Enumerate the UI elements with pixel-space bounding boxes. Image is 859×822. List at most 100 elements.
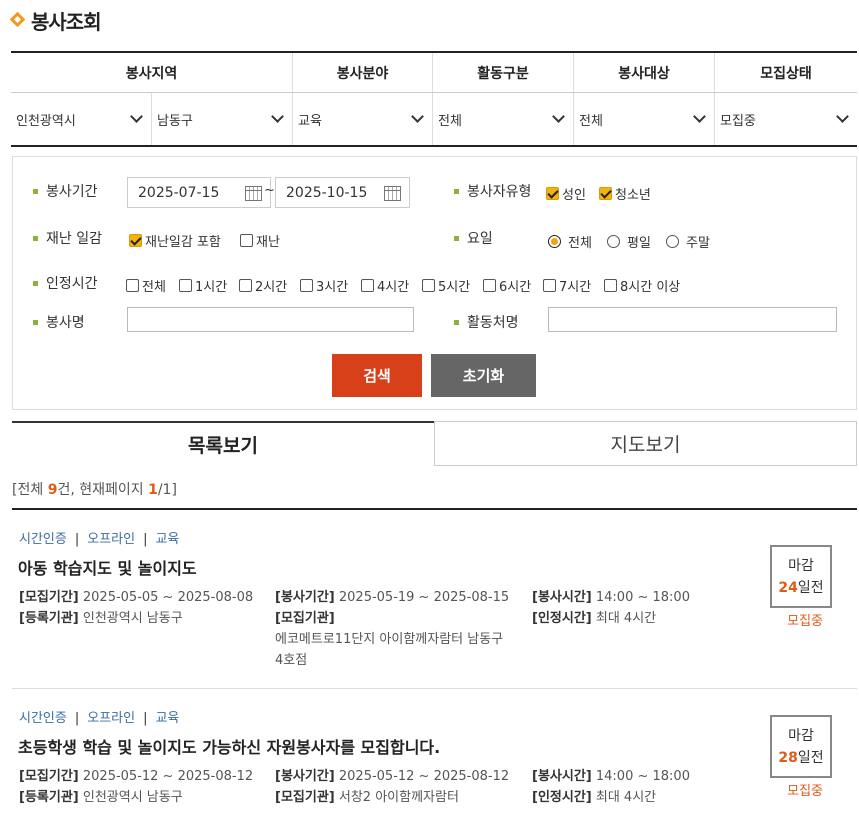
- checkbox-hours-3[interactable]: 3시간: [300, 276, 348, 295]
- service-period-value: 2025-05-19 ~ 2025-08-15: [338, 590, 510, 605]
- place-name-label-text: 활동처명: [467, 315, 519, 331]
- item-meta-mid: [봉사기간] 2025-05-12 ~ 2025-08-12 [모집기관] 서창…: [275, 766, 509, 808]
- radio-selected-icon[interactable]: [548, 235, 561, 248]
- checkbox-empty-icon[interactable]: [300, 279, 313, 292]
- select-activity-type[interactable]: 전체: [433, 93, 574, 145]
- radio-day-weekday-label: 평일: [627, 236, 651, 251]
- item-title[interactable]: 초등학생 학습 및 놀이지도 가능하신 자원봉사자를 모집합니다.: [18, 734, 440, 758]
- date-from-input[interactable]: 2025-07-15: [127, 177, 271, 208]
- checkbox-hours-4[interactable]: 4시간: [361, 276, 409, 295]
- tab-list-view[interactable]: 목록보기: [12, 421, 434, 466]
- chevron-down-icon: [552, 110, 565, 123]
- registrant-value: 인천광역시 남동구: [82, 790, 183, 805]
- radio-day-all-label: 전체: [568, 236, 592, 251]
- deadline-days: 28일전: [778, 747, 823, 769]
- tag-education[interactable]: 교육: [155, 711, 179, 726]
- checkbox-empty-icon[interactable]: [239, 279, 252, 292]
- date-from-value: 2025-07-15: [138, 184, 220, 201]
- deadline-label: 마감: [788, 727, 814, 744]
- tag-offline[interactable]: 오프라인: [87, 711, 135, 726]
- select-city-value: 인천광역시: [16, 113, 76, 129]
- tab-map-view[interactable]: 지도보기: [434, 421, 857, 466]
- checkbox-empty-icon[interactable]: [483, 279, 496, 292]
- reset-button[interactable]: 초기화: [431, 354, 536, 397]
- checkbox-empty-icon[interactable]: [543, 279, 556, 292]
- select-city[interactable]: 인천광역시: [11, 93, 152, 145]
- item-meta-mid: [봉사기간] 2025-05-19 ~ 2025-08-15 [모집기관] 에코…: [275, 587, 509, 671]
- checkbox-youth-label: 청소년: [615, 188, 651, 203]
- select-target[interactable]: 전체: [574, 93, 715, 145]
- checkbox-empty-icon[interactable]: [126, 279, 139, 292]
- radio-day-weekday[interactable]: 평일: [607, 232, 651, 251]
- checkbox-empty-icon[interactable]: [604, 279, 617, 292]
- checkbox-hours-8plus[interactable]: 8시간 이상: [604, 276, 680, 295]
- checkbox-adult-label: 성인: [562, 188, 586, 203]
- search-button[interactable]: 검색: [332, 354, 422, 397]
- activity-name-input[interactable]: [127, 307, 414, 332]
- item-divider: [12, 688, 857, 689]
- checkbox-empty-icon[interactable]: [361, 279, 374, 292]
- select-target-value: 전체: [579, 113, 603, 129]
- deadline-days: 24일전: [778, 577, 823, 599]
- tag-offline[interactable]: 오프라인: [87, 532, 135, 547]
- count-prefix: [전체: [12, 482, 48, 498]
- checkbox-hours-7[interactable]: 7시간: [543, 276, 591, 295]
- item-title[interactable]: 아동 학습지도 및 놀이지도: [18, 555, 197, 579]
- hours-label: 인정시간: [33, 273, 98, 293]
- checkbox-youth[interactable]: 청소년: [599, 184, 651, 203]
- date-to-input[interactable]: 2025-10-15: [275, 177, 410, 208]
- checkbox-hours-1[interactable]: 1시간: [179, 276, 227, 295]
- list-item[interactable]: 시간인증 | 오프라인 | 교육 초등학생 학습 및 놀이지도 가능하신 자원봉사자를 …: [12, 707, 857, 822]
- service-time-label: [봉사시간]: [532, 590, 592, 605]
- bullet-icon: [33, 235, 38, 241]
- bullet-icon: [33, 280, 38, 286]
- result-count: [전체 9건, 현재페이지 1/1]: [12, 479, 177, 499]
- checkbox-empty-icon[interactable]: [240, 234, 253, 247]
- filter-table: 봉사지역 봉사분야 활동구분 봉사대상 모집상태 인천광역시 남동구 교육 전체…: [11, 51, 857, 147]
- credit-hours-value: 최대 4시간: [595, 611, 657, 626]
- status-badge: 모집중: [787, 614, 823, 629]
- chevron-down-icon: [130, 110, 143, 123]
- calendar-icon[interactable]: [245, 186, 262, 201]
- service-period-label: [봉사기간]: [275, 590, 335, 605]
- checkbox-checked-icon[interactable]: [599, 187, 612, 200]
- radio-empty-icon[interactable]: [666, 235, 679, 248]
- bullet-icon: [33, 188, 38, 194]
- deadline-days-suffix: 일전: [797, 749, 824, 766]
- radio-day-weekend[interactable]: 주말: [666, 232, 710, 251]
- place-name-input[interactable]: [548, 307, 837, 332]
- calendar-icon[interactable]: [384, 186, 401, 201]
- tag-time-certified[interactable]: 시간인증: [19, 711, 67, 726]
- checkbox-hours-5-label: 5시간: [438, 280, 471, 295]
- checkbox-hours-2[interactable]: 2시간: [239, 276, 287, 295]
- recruit-period-label: [모집기간]: [19, 590, 79, 605]
- select-field[interactable]: 교육: [293, 93, 433, 145]
- checkbox-hours-6[interactable]: 6시간: [483, 276, 531, 295]
- search-panel: 봉사기간 2025-07-15 ~ 2025-10-15 봉사자유형 성인 청소…: [12, 156, 857, 410]
- select-status-value: 모집중: [720, 113, 756, 129]
- recruiting-org-value-cont: 4호점: [275, 653, 308, 668]
- radio-empty-icon[interactable]: [607, 235, 620, 248]
- bullet-icon: [454, 188, 459, 194]
- recruit-period-value: 2025-05-05 ~ 2025-08-08: [82, 590, 254, 605]
- checkbox-empty-icon[interactable]: [422, 279, 435, 292]
- item-meta-left: [모집기간] 2025-05-12 ~ 2025-08-12 [등록기관] 인천…: [19, 766, 253, 808]
- list-item[interactable]: 시간인증 | 오프라인 | 교육 아동 학습지도 및 놀이지도 [모집기간] 2025-…: [12, 528, 857, 688]
- select-status[interactable]: 모집중: [715, 93, 857, 145]
- checkbox-disaster-include[interactable]: 재난일감 포함: [129, 231, 221, 250]
- recruiting-org-value: 서창2 아이함께자람터: [338, 790, 459, 805]
- tag-education[interactable]: 교육: [155, 532, 179, 547]
- tag-time-certified[interactable]: 시간인증: [19, 532, 67, 547]
- select-district[interactable]: 남동구: [152, 93, 293, 145]
- checkbox-checked-icon[interactable]: [129, 234, 142, 247]
- checkbox-adult[interactable]: 성인: [546, 184, 586, 203]
- checkbox-disaster-only[interactable]: 재난: [240, 231, 280, 250]
- recruit-period-label: [모집기간]: [19, 769, 79, 784]
- radio-day-all[interactable]: 전체: [548, 232, 592, 251]
- checkbox-hours-5[interactable]: 5시간: [422, 276, 470, 295]
- checkbox-checked-icon[interactable]: [546, 187, 559, 200]
- checkbox-hours-8plus-label: 8시간 이상: [620, 280, 681, 295]
- checkbox-hours-all[interactable]: 전체: [126, 276, 166, 295]
- checkbox-empty-icon[interactable]: [179, 279, 192, 292]
- filter-header-row: 봉사지역 봉사분야 활동구분 봉사대상 모집상태: [11, 53, 857, 93]
